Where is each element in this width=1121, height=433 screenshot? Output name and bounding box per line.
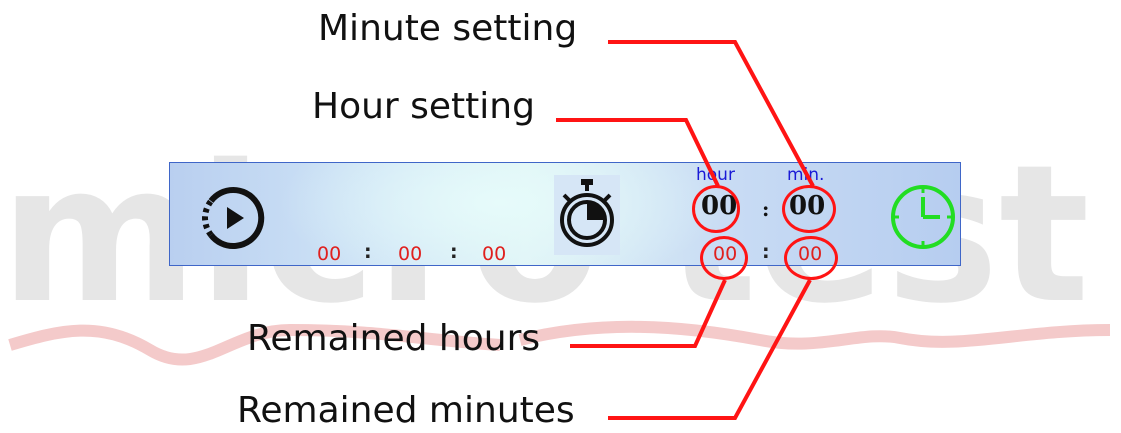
hour-set-label: hour xyxy=(696,165,735,185)
elapsed-sep-2: : xyxy=(450,241,458,263)
play-icon[interactable] xyxy=(198,183,268,253)
remaining-sep: : xyxy=(762,241,770,263)
hour-setting-callout: Hour setting xyxy=(312,86,535,127)
clock-icon[interactable] xyxy=(888,182,958,252)
minute-setting-callout: Minute setting xyxy=(318,8,578,49)
remained-hours-callout: Remained hours xyxy=(247,318,541,359)
minute-set-label: min. xyxy=(787,165,825,185)
stopwatch-icon[interactable] xyxy=(554,175,620,255)
minute-setting-highlight xyxy=(782,185,836,233)
remained-minutes-leader xyxy=(608,279,812,420)
timer-panel: 00 : 00 : 00 hour min. 00 : 00 00 : 00 xyxy=(169,162,961,266)
elapsed-seconds: 00 xyxy=(482,243,507,265)
elapsed-sep-1: : xyxy=(364,241,372,263)
hour-setting-highlight xyxy=(692,185,740,233)
setting-sep: : xyxy=(762,197,770,221)
remained-minutes-callout: Remained minutes xyxy=(237,390,575,431)
elapsed-minutes: 00 xyxy=(398,243,423,265)
remaining-minutes-highlight xyxy=(784,236,838,280)
remained-hours-leader xyxy=(570,279,727,348)
remaining-hours-highlight xyxy=(700,236,748,280)
elapsed-hours: 00 xyxy=(317,243,342,265)
watermark-swoosh-right xyxy=(518,320,1111,350)
